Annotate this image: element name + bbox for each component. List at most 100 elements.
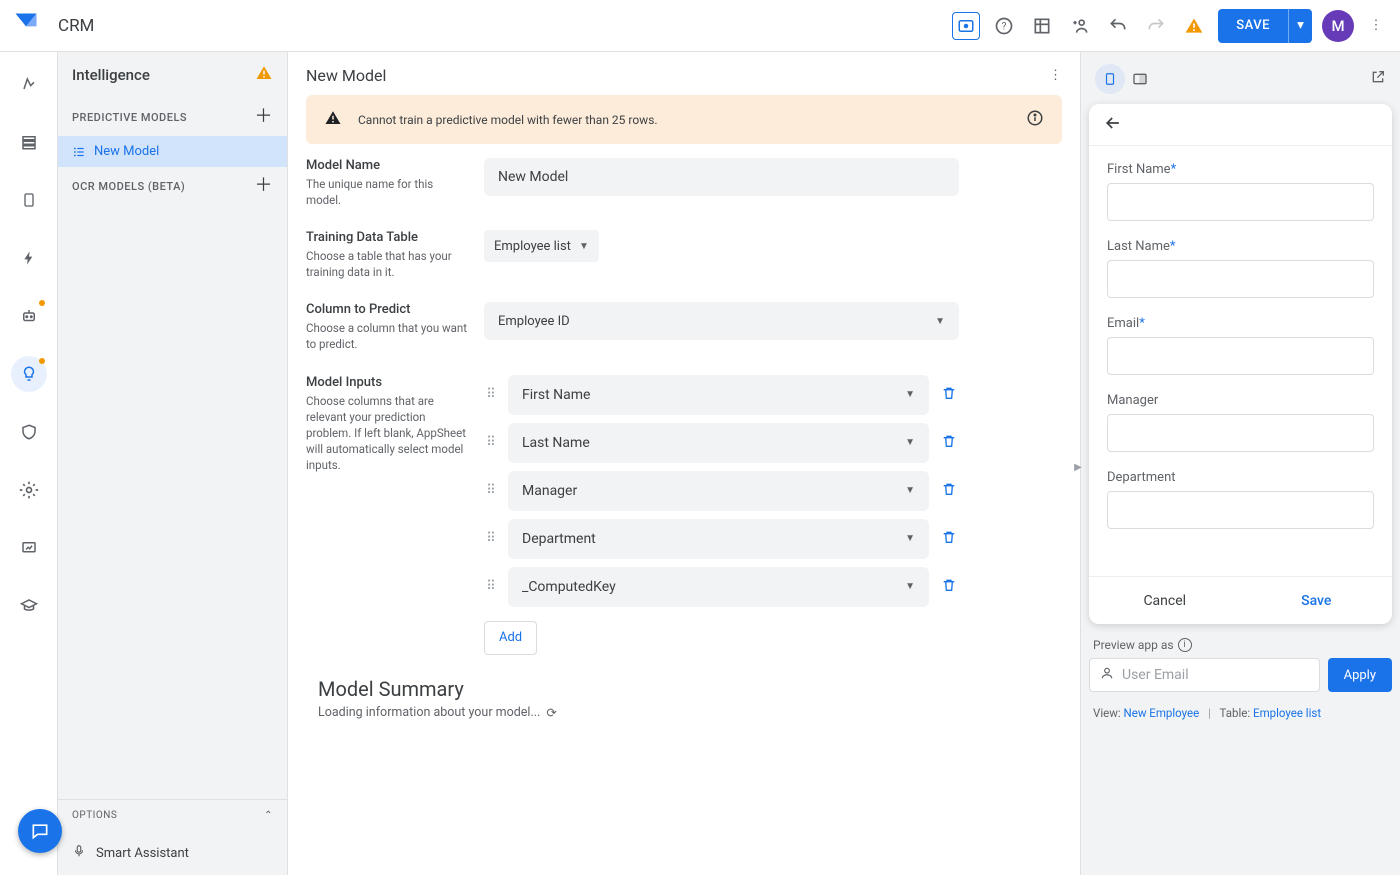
alert-text: Cannot train a predictive model with few… bbox=[358, 113, 658, 127]
form-cancel-button[interactable]: Cancel bbox=[1089, 577, 1241, 624]
undo-icon[interactable] bbox=[1104, 12, 1132, 40]
delete-input-icon[interactable] bbox=[939, 481, 959, 501]
delete-input-icon[interactable] bbox=[939, 529, 959, 549]
rail-automation-icon[interactable] bbox=[11, 298, 47, 334]
add-ocr-model-icon[interactable]: ＋ bbox=[255, 177, 274, 195]
preview-mobile-tab[interactable] bbox=[1095, 64, 1125, 94]
training-table-select[interactable]: Employee list ▼ bbox=[484, 230, 599, 262]
form-field-label: Last Name* bbox=[1107, 239, 1374, 254]
warning-triangle-icon[interactable] bbox=[255, 64, 273, 86]
form-field-input[interactable] bbox=[1107, 260, 1374, 298]
model-input-row: ⠿ Department▼ bbox=[484, 519, 959, 559]
apply-button[interactable]: Apply bbox=[1328, 658, 1392, 692]
add-input-button[interactable]: Add bbox=[484, 621, 537, 655]
model-input-row: ⠿ Manager▼ bbox=[484, 471, 959, 511]
device-preview: First Name* Last Name* Email* Manager Depart… bbox=[1089, 104, 1392, 624]
form-field-input[interactable] bbox=[1107, 414, 1374, 452]
form-field-input[interactable] bbox=[1107, 337, 1374, 375]
info-icon[interactable]: i bbox=[1178, 638, 1192, 652]
form-field-label: First Name* bbox=[1107, 162, 1374, 177]
meta-table-link[interactable]: Employee list bbox=[1253, 706, 1321, 720]
appsheet-logo-icon bbox=[12, 10, 40, 42]
drag-handle-icon[interactable]: ⠿ bbox=[484, 579, 498, 594]
rail-home-icon[interactable] bbox=[11, 66, 47, 102]
model-name-desc: The unique name for this model. bbox=[306, 176, 468, 208]
svg-text:?: ? bbox=[1002, 21, 1007, 32]
chat-fab-icon[interactable] bbox=[18, 809, 62, 853]
model-list-icon bbox=[72, 145, 86, 159]
rail-learn-icon[interactable] bbox=[11, 588, 47, 624]
rail-manage-icon[interactable] bbox=[11, 530, 47, 566]
collapse-preview-icon[interactable]: ▶ bbox=[1073, 452, 1083, 482]
table-icon[interactable] bbox=[1028, 12, 1056, 40]
meta-view-link[interactable]: New Employee bbox=[1124, 706, 1200, 720]
save-dropdown-button[interactable]: ▾ bbox=[1288, 9, 1312, 43]
form-save-button[interactable]: Save bbox=[1241, 577, 1393, 624]
model-name-label: Model Name bbox=[306, 158, 468, 173]
user-icon bbox=[1100, 666, 1114, 684]
chevron-up-icon: ⌃ bbox=[264, 810, 273, 821]
options-row[interactable]: OPTIONS ⌃ bbox=[58, 800, 287, 831]
back-arrow-icon[interactable] bbox=[1103, 113, 1123, 137]
predict-column-select[interactable]: Employee ID ▼ bbox=[484, 302, 959, 340]
model-input-select[interactable]: Manager▼ bbox=[508, 471, 929, 511]
user-avatar[interactable]: M bbox=[1322, 10, 1354, 42]
model-name-input[interactable] bbox=[484, 158, 959, 196]
alert-info-icon[interactable] bbox=[1026, 109, 1044, 130]
model-item-new-model[interactable]: New Model bbox=[58, 136, 287, 167]
model-input-select[interactable]: Last Name▼ bbox=[508, 423, 929, 463]
redo-icon[interactable] bbox=[1142, 12, 1170, 40]
preview-meta: View: New Employee | Table: Employee lis… bbox=[1089, 706, 1392, 720]
preview-tablet-tab[interactable] bbox=[1125, 64, 1155, 94]
rail-settings-icon[interactable] bbox=[11, 472, 47, 508]
rail-actions-icon[interactable] bbox=[11, 240, 47, 276]
chevron-down-icon: ▼ bbox=[579, 241, 589, 252]
save-button[interactable]: SAVE bbox=[1218, 9, 1288, 43]
add-predictive-model-icon[interactable]: ＋ bbox=[255, 108, 274, 126]
model-input-row: ⠿ _ComputedKey▼ bbox=[484, 567, 959, 607]
preview-email-placeholder: User Email bbox=[1122, 667, 1189, 683]
training-alert: Cannot train a predictive model with few… bbox=[306, 95, 1062, 144]
more-icon[interactable]: ⋮ bbox=[1364, 18, 1388, 33]
delete-input-icon[interactable] bbox=[939, 385, 959, 405]
app-name: CRM bbox=[58, 16, 94, 36]
header-actions: ? SAVE ▾ M ⋮ bbox=[952, 9, 1388, 43]
rail-security-icon[interactable] bbox=[11, 414, 47, 450]
model-inputs-label: Model Inputs bbox=[306, 375, 468, 390]
rail-data-icon[interactable] bbox=[11, 124, 47, 160]
add-user-icon[interactable] bbox=[1066, 12, 1094, 40]
delete-input-icon[interactable] bbox=[939, 433, 959, 453]
drag-handle-icon[interactable]: ⠿ bbox=[484, 483, 498, 498]
form-field-label: Department bbox=[1107, 470, 1374, 485]
form-field-label: Manager bbox=[1107, 393, 1374, 408]
help-icon[interactable]: ? bbox=[990, 12, 1018, 40]
rail-intelligence-icon[interactable] bbox=[11, 356, 47, 392]
section-predictive-label: PREDICTIVE MODELS bbox=[72, 111, 187, 124]
form-field: Department bbox=[1107, 470, 1374, 529]
model-input-select[interactable]: Department▼ bbox=[508, 519, 929, 559]
page-more-icon[interactable]: ⋮ bbox=[1049, 68, 1062, 83]
model-inputs-desc: Choose columns that are relevant your pr… bbox=[306, 393, 468, 473]
preview-as-label: Preview app as bbox=[1093, 638, 1174, 652]
predict-column-desc: Choose a column that you want to predict… bbox=[306, 320, 468, 352]
warning-icon[interactable] bbox=[1180, 12, 1208, 40]
open-in-new-icon[interactable] bbox=[1370, 69, 1386, 89]
intelligence-panel: Intelligence PREDICTIVE MODELS ＋ New Mod… bbox=[58, 52, 288, 875]
preview-icon[interactable] bbox=[952, 12, 980, 40]
microphone-icon bbox=[72, 843, 86, 863]
model-input-select[interactable]: _ComputedKey▼ bbox=[508, 567, 929, 607]
rail-views-icon[interactable] bbox=[11, 182, 47, 218]
preview-email-input[interactable]: User Email bbox=[1089, 658, 1320, 692]
drag-handle-icon[interactable]: ⠿ bbox=[484, 435, 498, 450]
model-input-select[interactable]: First Name▼ bbox=[508, 375, 929, 415]
options-label: OPTIONS bbox=[72, 810, 117, 821]
form-field-input[interactable] bbox=[1107, 183, 1374, 221]
alert-warning-icon bbox=[324, 109, 342, 130]
delete-input-icon[interactable] bbox=[939, 577, 959, 597]
form-field-input[interactable] bbox=[1107, 491, 1374, 529]
form-field: Email* bbox=[1107, 316, 1374, 375]
intelligence-title: Intelligence bbox=[72, 66, 150, 84]
drag-handle-icon[interactable]: ⠿ bbox=[484, 387, 498, 402]
smart-assistant-row[interactable]: Smart Assistant bbox=[58, 831, 287, 875]
drag-handle-icon[interactable]: ⠿ bbox=[484, 531, 498, 546]
